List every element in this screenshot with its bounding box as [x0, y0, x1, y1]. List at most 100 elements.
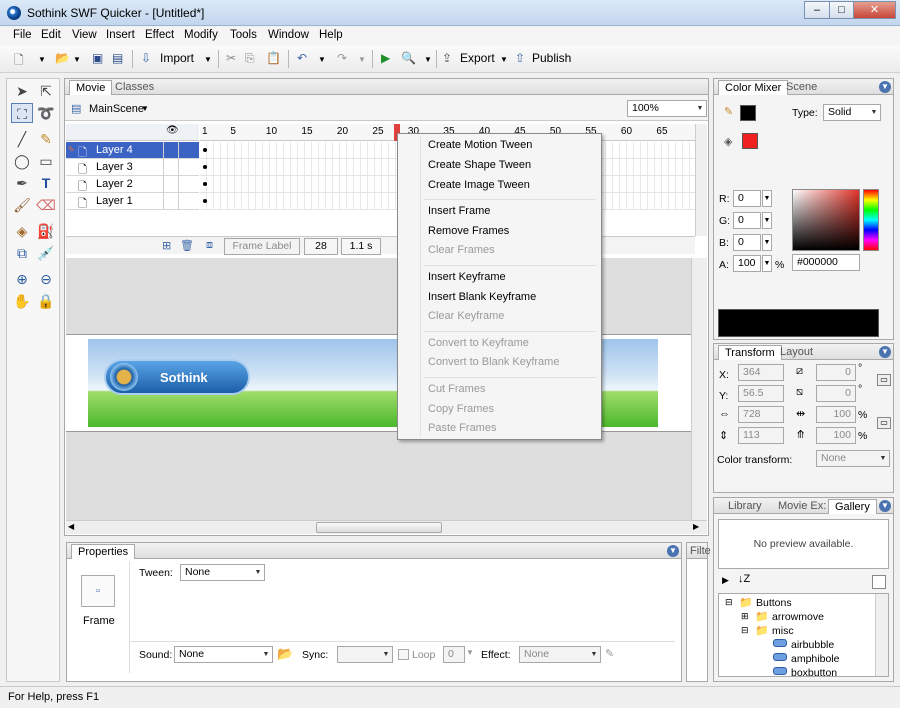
x-input[interactable]: 364 [738, 364, 784, 381]
menu-item-insert-blank-keyframe[interactable]: Insert Blank Keyframe [428, 291, 536, 303]
pen-tool-icon[interactable]: ✒ [11, 173, 33, 193]
tree-item-airbubble[interactable]: airbubble [791, 639, 834, 651]
menu-item-insert-frame[interactable]: Insert Frame [428, 205, 490, 217]
chevron-down-icon[interactable]: ▼ [318, 55, 326, 64]
lasso-tool-icon[interactable]: ➰ [35, 103, 57, 123]
close-button[interactable]: ✕ [853, 1, 896, 19]
tree-item-amphibole[interactable]: amphibole [791, 653, 839, 665]
collapse-icon[interactable]: ▼ [667, 545, 679, 557]
sound-select[interactable]: None ▼ [174, 646, 273, 663]
chevron-down-icon[interactable]: ▼ [73, 55, 81, 64]
menu-modify[interactable]: Modify [184, 29, 218, 41]
subselect-tool-icon[interactable]: ⇱ [35, 81, 57, 101]
export-icon[interactable]: ⇪ [442, 51, 452, 65]
layer-name[interactable]: Layer 1 [96, 195, 133, 207]
tab-movie[interactable]: Movie [69, 80, 113, 95]
cut-icon[interactable]: ✂ [226, 51, 236, 65]
alpha-input[interactable]: 100 [733, 255, 761, 272]
redo-icon[interactable]: ↷ [337, 51, 347, 65]
width-input[interactable]: 728 [738, 406, 784, 423]
tab-color-mixer[interactable]: Color Mixer [718, 80, 789, 95]
loop-checkbox[interactable] [398, 649, 409, 660]
copy-icon[interactable]: ⎘ [245, 51, 255, 66]
tree-item-misc[interactable]: misc [772, 625, 794, 637]
center-frame-icon[interactable]: ⧈ [206, 239, 213, 252]
collapse-icon[interactable]: ▼ [879, 346, 891, 358]
tab-gallery[interactable]: Gallery [828, 499, 877, 514]
paint-bucket-tool-icon[interactable]: ⛽ [35, 221, 57, 241]
collapse-node-icon[interactable]: ⊟ [725, 597, 733, 608]
play-icon[interactable]: ▶ [381, 51, 390, 65]
menu-item-create-image-tween[interactable]: Create Image Tween [428, 179, 530, 191]
lock-ratio-icon[interactable]: ▭ [877, 374, 891, 386]
menu-view[interactable]: View [72, 29, 97, 41]
stage-h-scrollbar[interactable]: ◀ ▶ [66, 520, 707, 534]
export-button[interactable]: Export [460, 51, 495, 65]
lock-icon[interactable]: 🔒 [35, 291, 57, 311]
tween-select[interactable]: None ▼ [180, 564, 265, 581]
y-input[interactable]: 56.5 [738, 385, 784, 402]
collapse-node-icon[interactable]: ⊟ [741, 625, 749, 636]
save-all-icon[interactable]: ▤ [112, 51, 123, 65]
lock-scale-icon[interactable]: ▭ [877, 417, 891, 429]
layer-name[interactable]: Layer 4 [96, 144, 133, 156]
tab-library[interactable]: Library [722, 499, 768, 514]
menu-effect[interactable]: Effect [145, 29, 174, 41]
scroll-right-icon[interactable]: ▶ [693, 522, 699, 531]
tab-movie-explorer[interactable]: Movie Ex: [772, 499, 832, 514]
tree-item-boxbutton[interactable]: boxbutton [791, 667, 837, 679]
import-icon[interactable]: ⇩ [141, 51, 151, 65]
paste-icon[interactable]: 📋 [266, 51, 281, 65]
r-input[interactable]: 0 [733, 190, 761, 207]
timeline-scrollbar[interactable] [695, 124, 707, 236]
arrow-tool-icon[interactable]: ➤ [11, 81, 33, 101]
layer-name[interactable]: Layer 2 [96, 178, 133, 190]
eyedropper-tool-icon[interactable]: 💉 [35, 243, 57, 263]
expand-node-icon[interactable]: ⊞ [741, 611, 749, 622]
hex-input[interactable]: #000000 [792, 254, 860, 271]
tree-scrollbar[interactable] [875, 594, 888, 676]
hue-slider[interactable] [863, 189, 879, 251]
layer-row[interactable]: 🗋 Layer 1 [66, 193, 199, 210]
menu-item-create-shape-tween[interactable]: Create Shape Tween [428, 159, 531, 171]
import-button[interactable]: Import [160, 51, 194, 65]
spinner-icon[interactable]: ▼ [762, 190, 772, 207]
text-tool-icon[interactable]: T [35, 173, 57, 193]
tab-layout[interactable]: Layout [774, 345, 819, 360]
tree-item-arrowmove[interactable]: arrowmove [772, 611, 824, 623]
sort-icon[interactable]: ↓Z [738, 573, 750, 585]
minimize-button[interactable]: – [804, 1, 830, 19]
spinner-icon[interactable]: ▼ [762, 212, 772, 229]
edit-sound-icon[interactable]: ✎ [605, 647, 614, 660]
layer-name[interactable]: Layer 3 [96, 161, 133, 173]
layer-row[interactable]: 🗋 Layer 2 [66, 176, 199, 193]
g-input[interactable]: 0 [733, 212, 761, 229]
height-input[interactable]: 113 [738, 427, 784, 444]
publish-icon[interactable]: ⇧ [515, 51, 525, 65]
maximize-button[interactable]: □ [829, 1, 854, 19]
color-transform-select[interactable]: None ▼ [816, 450, 890, 467]
tab-properties[interactable]: Properties [71, 544, 136, 559]
menu-help[interactable]: Help [319, 29, 343, 41]
menu-item-create-motion-tween[interactable]: Create Motion Tween [428, 139, 532, 151]
open-folder-icon[interactable]: 📂 [55, 51, 70, 65]
preview-icon[interactable]: 🔍 [401, 51, 416, 65]
scroll-thumb[interactable] [316, 522, 442, 533]
scroll-left-icon[interactable]: ◀ [68, 522, 74, 531]
open-folder-icon[interactable]: 📂 [277, 646, 293, 662]
undo-icon[interactable]: ↶ [297, 51, 307, 65]
publish-button[interactable]: Publish [532, 51, 571, 65]
sync-select[interactable]: ▼ [337, 646, 393, 663]
collapse-icon[interactable]: ▼ [879, 500, 891, 512]
menu-window[interactable]: Window [268, 29, 309, 41]
scale-v-input[interactable]: 100 [816, 427, 856, 444]
new-file-icon[interactable]: 🗋 [14, 51, 24, 72]
menu-item-remove-frames[interactable]: Remove Frames [428, 225, 509, 237]
eye-icon[interactable]: 👁 [166, 125, 179, 136]
transform-tool-icon[interactable]: ⛶ [11, 103, 33, 123]
tab-scene[interactable]: Scene [780, 80, 823, 95]
layer-row[interactable]: 🗋 Layer 3 [66, 159, 199, 176]
add-layer-icon[interactable]: ⊞ [162, 239, 171, 252]
tree-item-buttons[interactable]: Buttons [756, 597, 792, 609]
chevron-down-icon[interactable]: ▼ [204, 55, 212, 64]
